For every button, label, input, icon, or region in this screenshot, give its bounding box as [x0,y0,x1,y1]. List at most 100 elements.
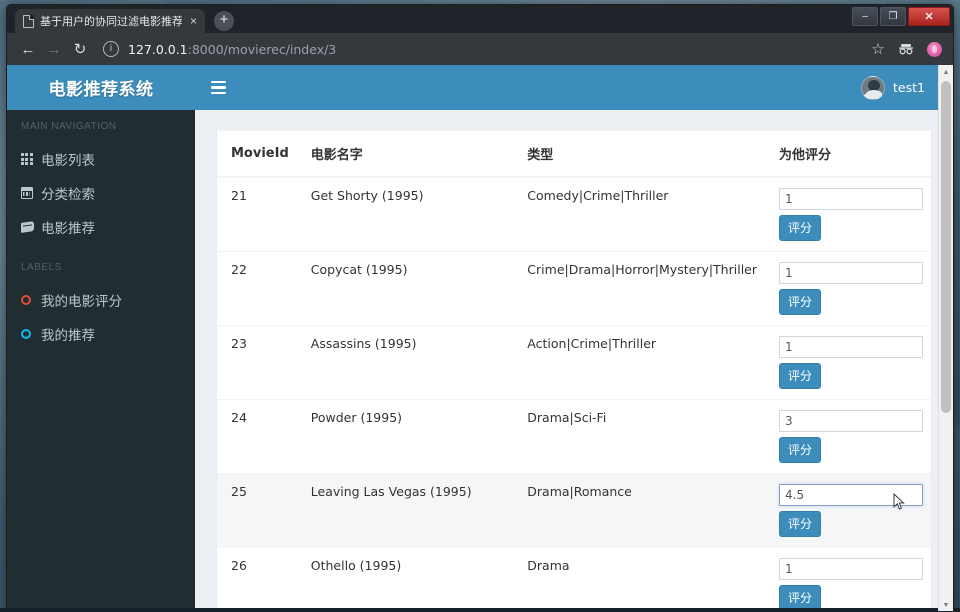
hamburger-icon[interactable] [203,73,233,103]
reload-icon[interactable]: ↻ [67,36,93,62]
sidebar-item-label: 分类检索 [41,187,95,203]
table-body: 21 Get Shorty (1995) Comedy|Crime|Thriller… [217,176,931,611]
rating-input[interactable] [779,484,923,506]
browser-profile-avatar[interactable] [927,41,942,57]
cell-rating: 评分 [765,325,931,400]
close-button[interactable]: ✕ [908,7,950,26]
cell-movieid: 24 [217,399,297,474]
table-row: 26Othello (1995)Drama评分 [217,547,931,611]
incognito-glasses-icon[interactable] [893,36,919,62]
sidebar-item-label: 电影推荐 [41,221,95,237]
circle-icon [21,295,41,305]
forward-icon[interactable]: → [41,36,67,62]
column-header-title: 电影名字 [296,131,514,178]
cell-genre: Action|Crime|Thriller [513,325,765,400]
cell-movie-title: Othello (1995) [296,547,514,611]
movie-table: MovieId 电影名字 类型 为他评分 21 Get Shorty (1995)… [217,131,931,611]
table-head: MovieId 电影名字 类型 为他评分 [217,131,931,178]
cell-genre: Crime|Drama|Horror|Mystery|Thriller [513,251,765,326]
rating-input[interactable] [779,262,923,284]
sidebar-item-category-search[interactable]: 分类检索 [7,176,195,210]
cell-rating: 评分 [765,176,931,252]
grid-icon [21,153,41,165]
rating-input[interactable] [779,410,923,432]
scrollbar-thumb[interactable] [941,81,951,413]
url-text: 127.0.0.1:8000/movierec/index/3 [128,42,336,57]
sidebar-item-label: 我的电影评分 [41,294,122,310]
scroll-down-arrow[interactable]: ▼ [939,598,953,611]
browser-window: 基于用户的协同过滤电影推荐系 × + – ❐ ✕ ← → ↻ i 127.0.0… [6,4,954,612]
sidebar-item-my-ratings[interactable]: 我的电影评分 [7,283,195,317]
page-icon [23,14,34,28]
info-circle-icon[interactable]: i [103,41,119,57]
page-viewport: 电影推荐系统 MAIN NAVIGATION 电影列表 分类检索 电影推荐 LA… [7,65,953,611]
top-navbar: test1 [195,65,953,110]
rating-input[interactable] [779,558,923,580]
rate-submit-button[interactable]: 评分 [779,289,822,315]
column-header-movieid: MovieId [217,131,297,178]
cell-rating: 评分 [765,547,931,611]
avatar [861,75,886,100]
address-bar[interactable]: i 127.0.0.1:8000/movierec/index/3 [99,38,859,60]
cell-movie-title: Get Shorty (1995) [296,176,514,252]
table-row: 23Assassins (1995)Action|Crime|Thriller 评… [217,325,931,400]
user-menu[interactable]: test1 [861,75,941,100]
sidebar: 电影推荐系统 MAIN NAVIGATION 电影列表 分类检索 电影推荐 LA… [7,65,195,611]
book-icon [21,221,41,233]
scroll-up-arrow[interactable]: ▲ [939,65,953,80]
sidebar-item-my-recommendations[interactable]: 我的推荐 [7,317,195,351]
rate-submit-button[interactable]: 评分 [779,511,822,537]
maximize-button[interactable]: ❐ [880,7,906,26]
cell-movie-title: Assassins (1995) [296,325,514,400]
scroll-area: MovieId 电影名字 类型 为他评分 21 Get Shorty (1995)… [195,110,953,611]
vertical-scrollbar[interactable]: ▲ ▼ [938,65,953,611]
user-name: test1 [893,80,925,95]
cell-genre: Drama|Sci-Fi [513,399,765,474]
sidebar-item-label: 电影列表 [41,153,95,169]
browser-tab[interactable]: 基于用户的协同过滤电影推荐系 × [15,9,205,33]
rating-input[interactable] [779,336,923,358]
table-row: 22 Copycat (1995) Crime|Drama|Horror|Myste… [217,251,931,326]
cell-movie-title: Copycat (1995) [296,251,514,326]
url-host: 127.0.0.1 [128,41,188,57]
url-path: :8000/movierec/index/3 [187,41,337,57]
rate-submit-button[interactable]: 评分 [779,215,822,241]
content-box: MovieId 电影名字 类型 为他评分 21 Get Shorty (1995)… [217,130,931,611]
cell-movieid: 25 [217,473,297,548]
cell-movie-title: Leaving Las Vegas (1995) [296,473,514,548]
cell-movieid: 22 [217,251,297,326]
rate-submit-button[interactable]: 评分 [779,437,822,463]
calendar-icon [21,187,41,199]
table-row: 24Powder (1995)Drama|Sci-Fi 评分 [217,399,931,474]
new-tab-button[interactable]: + [214,11,234,31]
tab-strip: 基于用户的协同过滤电影推荐系 × + [15,9,234,33]
table-row: 25Leaving Las Vegas (1995)Drama|Romance 评… [217,473,931,548]
cell-movie-title: Powder (1995) [296,399,514,474]
back-icon[interactable]: ← [15,36,41,62]
column-header-genre: 类型 [513,131,765,178]
circle-icon [21,329,41,339]
table-header-row: MovieId 电影名字 类型 为他评分 [217,131,931,178]
cell-genre: Drama [513,547,765,611]
sidebar-item-movie-list[interactable]: 电影列表 [7,142,195,176]
close-icon[interactable]: × [187,15,200,27]
minimize-button[interactable]: – [852,7,878,26]
sidebar-item-movie-recommend[interactable]: 电影推荐 [7,210,195,244]
tab-title: 基于用户的协同过滤电影推荐系 [40,15,182,28]
table-row: 21 Get Shorty (1995) Comedy|Crime|Thriller… [217,176,931,252]
cell-movieid: 21 [217,176,297,252]
cell-movieid: 26 [217,547,297,611]
brand-logo[interactable]: 电影推荐系统 [7,65,195,110]
brand-title: 电影推荐系统 [48,80,154,100]
cell-movieid: 23 [217,325,297,400]
bookmark-star-icon[interactable]: ☆ [865,36,891,62]
sidebar-section-header-main: MAIN NAVIGATION [21,121,117,132]
cell-rating: 评分 [765,251,931,326]
rate-submit-button[interactable]: 评分 [779,363,822,389]
browser-titlebar: 基于用户的协同过滤电影推荐系 × + – ❐ ✕ [7,5,953,33]
window-controls: – ❐ ✕ [852,7,950,26]
cell-genre: Comedy|Crime|Thriller [513,176,765,252]
cell-rating: 评分 [765,473,931,548]
rating-input[interactable] [779,188,923,210]
toolbar-right-group: ☆ [865,36,945,62]
